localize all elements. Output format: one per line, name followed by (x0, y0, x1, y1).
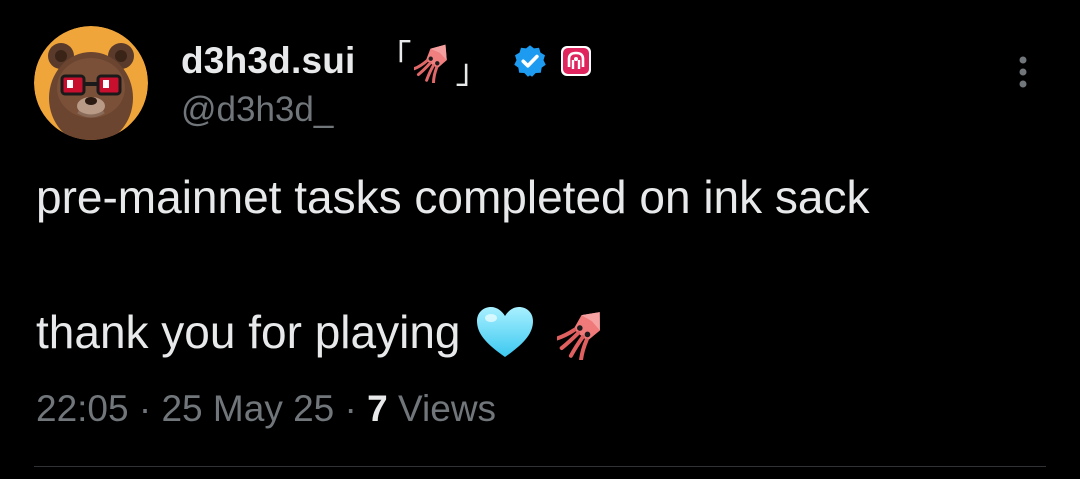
divider (34, 466, 1046, 467)
views-label: Views (398, 388, 497, 429)
more-vertical-icon[interactable] (1012, 52, 1034, 92)
tweet-text: thank you for playing (36, 306, 461, 358)
meta-separator: · (128, 388, 162, 429)
tweet-text-line-2: thank you for playing (36, 304, 609, 360)
name-decoration: 「 」 (378, 30, 490, 93)
tweet-date[interactable]: 25 May 25 (161, 388, 334, 429)
affiliate-badge-icon[interactable] (560, 45, 592, 77)
tweet-header: d3h3d.sui 「 」 (181, 36, 592, 91)
tweet-text: pre-mainnet tasks completed on ink sack (36, 171, 870, 223)
meta-separator: · (334, 388, 368, 429)
display-name[interactable]: d3h3d.sui (181, 40, 356, 82)
tweet-text-line-1: pre-mainnet tasks completed on ink sack (36, 170, 870, 224)
views-count: 7 (367, 388, 388, 429)
verified-badge-icon[interactable] (512, 43, 548, 79)
squid-icon (413, 44, 447, 83)
squid-icon (556, 312, 600, 360)
light-blue-heart-icon (476, 307, 533, 357)
tweet-meta: 22:05 · 25 May 25 · 7 Views (36, 388, 496, 430)
user-handle[interactable]: @d3h3d_ (181, 90, 333, 130)
bear-avatar-icon (34, 26, 148, 140)
avatar[interactable] (34, 26, 148, 140)
tweet-time[interactable]: 22:05 (36, 388, 129, 429)
bracket-close: 」 (455, 52, 490, 91)
bracket-open: 「 (377, 38, 412, 77)
